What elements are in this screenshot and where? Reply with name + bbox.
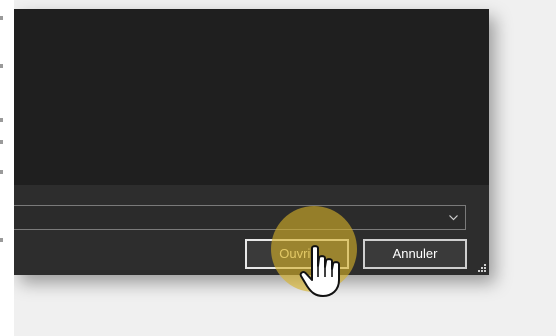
edge-mark xyxy=(0,170,3,174)
edge-mark xyxy=(0,118,3,122)
resize-grip-icon[interactable] xyxy=(477,263,487,273)
edge-mark xyxy=(0,16,3,20)
edge-mark xyxy=(0,64,3,68)
edge-mark xyxy=(0,238,3,242)
chevron-down-icon[interactable] xyxy=(448,212,459,223)
page-left-edge xyxy=(0,0,14,336)
cancel-button[interactable]: Annuler xyxy=(363,239,467,269)
edge-mark xyxy=(0,140,3,144)
file-list-pane[interactable] xyxy=(14,9,489,185)
dialog-footer: Ouvrir Annuler xyxy=(14,185,489,275)
hand-pointer-icon xyxy=(299,245,340,297)
file-open-dialog: Ouvrir Annuler xyxy=(14,9,489,275)
file-type-combobox[interactable] xyxy=(14,205,466,230)
